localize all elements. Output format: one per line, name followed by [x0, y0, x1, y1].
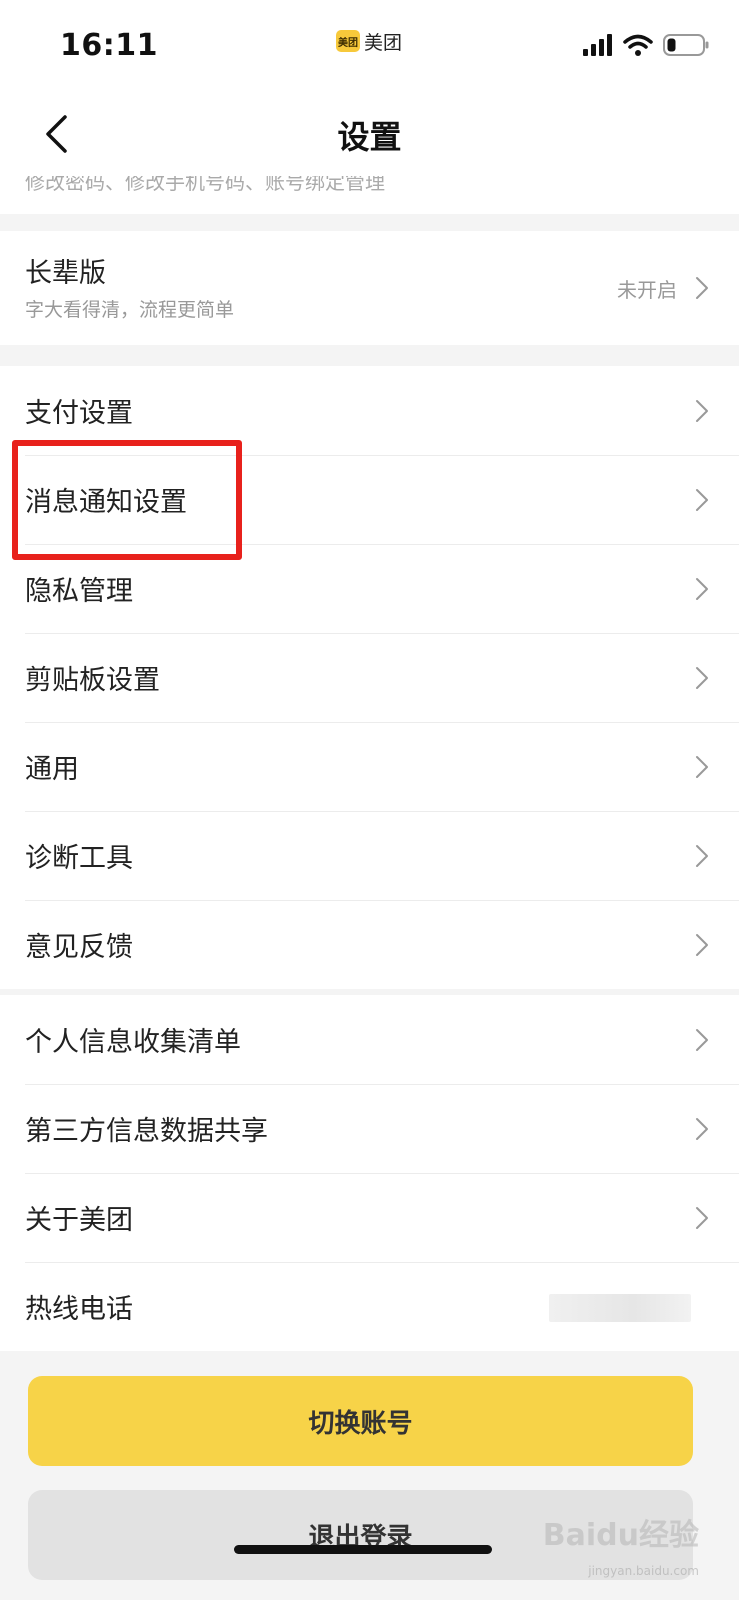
chevron-right-icon [696, 1117, 708, 1140]
battery-icon [663, 34, 709, 56]
page-title: 设置 [337, 118, 402, 156]
status-bar: 16:11 美团 美团 [0, 0, 739, 92]
chevron-right-icon [696, 1206, 708, 1229]
settings-item-label: 诊断工具 [25, 843, 133, 874]
settings-screen: 16:11 美团 美团 修改密码、修改手机号码、账号绑定管理 设置 长辈版 字大… [0, 0, 739, 1600]
elder-mode-status: 未开启 [617, 277, 677, 302]
settings-item-diagnostics[interactable]: 诊断工具 [0, 811, 739, 900]
info-item-personal-data-list[interactable]: 个人信息收集清单 [0, 995, 739, 1084]
baidu-watermark-url: jingyan.baidu.com [588, 1564, 699, 1578]
settings-item-feedback[interactable]: 意见反馈 [0, 900, 739, 989]
info-item-about[interactable]: 关于美团 [0, 1173, 739, 1262]
settings-item-label: 剪贴板设置 [25, 665, 160, 696]
status-app-indicator: 美团 美团 [336, 28, 402, 54]
chevron-right-icon [696, 399, 708, 422]
settings-item-label: 通用 [25, 754, 79, 785]
chevron-right-icon [696, 844, 708, 867]
chevron-right-icon [696, 577, 708, 600]
home-indicator[interactable] [234, 1545, 492, 1554]
baidu-watermark: Baidu经验 [542, 1518, 699, 1553]
info-item-label: 关于美团 [25, 1205, 133, 1236]
elder-mode-label: 长辈版 [25, 258, 106, 289]
wifi-icon [623, 34, 653, 56]
info-item-label: 个人信息收集清单 [25, 1027, 241, 1058]
chevron-right-icon [696, 933, 708, 956]
chevron-right-icon [696, 277, 708, 299]
nav-bar: 设置 [0, 92, 739, 176]
info-item-third-party-sharing[interactable]: 第三方信息数据共享 [0, 1084, 739, 1173]
elder-mode-row[interactable]: 长辈版 字大看得清，流程更简单 未开启 [0, 231, 739, 345]
chevron-right-icon [696, 666, 708, 689]
chevron-right-icon [696, 755, 708, 778]
hotline-number-blurred [549, 1294, 691, 1322]
settings-item-clipboard[interactable]: 剪贴板设置 [0, 633, 739, 722]
status-time: 16:11 [60, 28, 158, 63]
chevron-right-icon [696, 1028, 708, 1051]
cellular-signal-icon [583, 34, 612, 56]
elder-mode-subtitle: 字大看得清，流程更简单 [25, 299, 235, 321]
info-item-label: 第三方信息数据共享 [25, 1116, 268, 1147]
info-group: 个人信息收集清单 第三方信息数据共享 关于美团 热线电话 [0, 995, 739, 1351]
info-item-hotline[interactable]: 热线电话 [0, 1262, 739, 1351]
info-item-label: 热线电话 [25, 1294, 133, 1325]
elder-mode-group: 长辈版 字大看得清，流程更简单 未开启 [0, 231, 739, 345]
settings-item-label: 支付设置 [25, 398, 133, 429]
chevron-right-icon [696, 488, 708, 511]
settings-item-label: 意见反馈 [25, 932, 133, 963]
settings-item-label: 隐私管理 [25, 576, 133, 607]
status-icons [583, 32, 709, 58]
settings-item-general[interactable]: 通用 [0, 722, 739, 811]
status-app-name: 美团 [364, 31, 403, 54]
switch-account-button[interactable]: 切换账号 [28, 1376, 693, 1466]
meituan-logo-icon: 美团 [336, 30, 360, 52]
highlight-box [12, 440, 242, 560]
